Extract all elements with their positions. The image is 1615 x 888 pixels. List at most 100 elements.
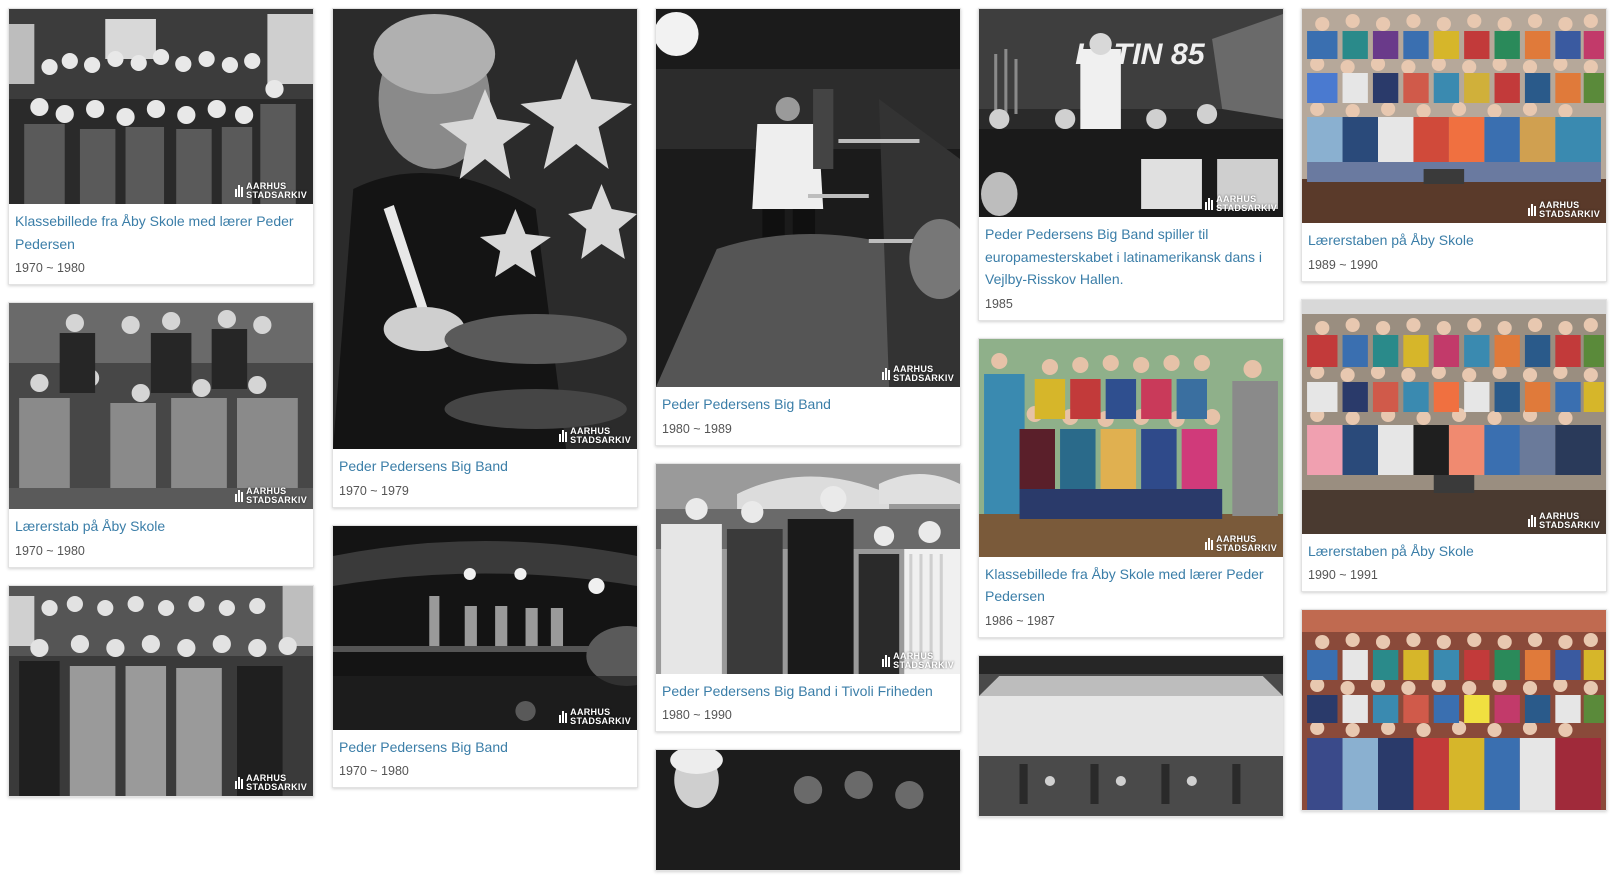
watermark-logo: AARHUS STADSARKIV [559, 707, 631, 726]
color-staff-photo-icon [1302, 9, 1606, 223]
result-title-link[interactable]: Peder Pedersens Big Band [339, 455, 631, 478]
result-card[interactable]: AARHUS STADSARKIV Peder Pedersens Big Ban… [655, 8, 961, 446]
result-thumbnail[interactable]: AARHUS STADSARKIV [9, 585, 313, 796]
archive-logo-icon [235, 490, 244, 502]
result-thumbnail[interactable] [656, 750, 960, 870]
bw-pavilion-photo-icon [979, 655, 1283, 816]
archive-logo-icon [235, 776, 244, 789]
bw-drummer-photo-icon [333, 9, 637, 449]
archive-logo-icon [559, 710, 568, 723]
watermark-logo: AARHUS STADSARKIV [235, 773, 307, 792]
result-thumbnail[interactable] [1302, 610, 1606, 810]
result-info: Peder Pedersens Big Band 1970 ~ 1980 [333, 730, 637, 788]
result-date: 1986 ~ 1987 [985, 613, 1055, 628]
result-date: 1970 ~ 1980 [339, 764, 409, 778]
result-thumbnail[interactable]: LATIN 85 AARHUS STADSARKIV [979, 9, 1283, 217]
watermark-logo: AARHUS STADSARKIV [1205, 195, 1277, 213]
watermark-line-2: STADSARKIV [893, 659, 954, 670]
archive-logo-icon [235, 185, 244, 197]
results-column-4: LATIN 85 AARHUS STADSARKIV Peder Pederse… [978, 8, 1284, 834]
result-title-link[interactable]: Peder Pedersens Big Band [662, 393, 954, 416]
bw-group-photo-icon [9, 303, 313, 509]
result-thumbnail[interactable]: AARHUS STADSARKIV [9, 9, 313, 204]
result-info: Peder Pedersens Big Band 1980 ~ 1989 [656, 387, 960, 445]
result-card[interactable] [655, 749, 961, 871]
result-thumbnail[interactable]: AARHUS STADSARKIV [333, 525, 637, 730]
results-column-2: AARHUS STADSARKIV Peder Pedersens Big Ban… [332, 8, 638, 805]
watermark-logo: AARHUS STADSARKIV [559, 427, 631, 445]
result-card[interactable] [978, 654, 1284, 817]
archive-logo-icon [882, 368, 891, 380]
result-title-link[interactable]: Peder Pedersens Big Band spiller til eur… [985, 223, 1277, 291]
result-card[interactable]: AARHUS STADSARKIV Peder Pedersens Big Ban… [332, 524, 638, 788]
result-thumbnail[interactable]: AARHUS STADSARKIV [1302, 9, 1606, 223]
bw-conductor-photo-icon [656, 9, 960, 387]
watermark-logo: AARHUS STADSARKIV [1528, 511, 1600, 530]
watermark-logo: AARHUS STADSARKIV [882, 365, 954, 383]
result-title-link[interactable]: Peder Pedersens Big Band i Tivoli Frihed… [662, 680, 954, 703]
result-date: 1970 ~ 1979 [339, 483, 409, 498]
result-title-link[interactable]: Klassebillede fra Åby Skole med lærer Pe… [985, 563, 1277, 608]
archive-logo-icon [1205, 198, 1214, 210]
watermark-line-2: STADSARKIV [1216, 203, 1277, 213]
result-card[interactable]: AARHUS STADSARKIV [8, 584, 314, 797]
result-card[interactable]: AARHUS STADSARKIV Peder Pedersens Big Ban… [655, 462, 961, 732]
watermark-line-2: STADSARKIV [246, 781, 307, 792]
result-title-link[interactable]: Lærerstaben på Åby Skole [1308, 540, 1600, 563]
bw-class-photo-icon [9, 585, 313, 796]
bw-portrait-photo-icon [656, 750, 960, 870]
result-card[interactable]: AARHUS STADSARKIV Lærerstaben på Åby Skol… [1301, 298, 1607, 592]
result-thumbnail[interactable] [979, 655, 1283, 816]
results-column-3: AARHUS STADSARKIV Peder Pedersens Big Ban… [655, 8, 961, 888]
result-date: 1990 ~ 1991 [1308, 568, 1378, 582]
result-thumbnail[interactable]: AARHUS STADSARKIV [656, 463, 960, 674]
result-card[interactable]: AARHUS STADSARKIV Lærerstaben på Åby Skol… [1301, 8, 1607, 282]
result-info: Lærerstaben på Åby Skole 1990 ~ 1991 [1302, 534, 1606, 592]
result-title-link[interactable]: Lærerstaben på Åby Skole [1308, 229, 1600, 252]
watermark-line-2: STADSARKIV [246, 495, 307, 505]
result-title-link[interactable]: Peder Pedersens Big Band [339, 736, 631, 759]
watermark-line-2: STADSARKIV [246, 190, 307, 200]
result-card[interactable]: AARHUS STADSARKIV Peder Pedersens Big Ban… [332, 8, 638, 508]
results-column-5: AARHUS STADSARKIV Lærerstaben på Åby Skol… [1301, 8, 1607, 828]
result-title-link[interactable]: Klassebillede fra Åby Skole med lærer Pe… [15, 210, 307, 255]
watermark-line-2: STADSARKIV [570, 435, 631, 445]
watermark-logo: AARHUS STADSARKIV [1528, 201, 1600, 219]
result-card[interactable]: AARHUS STADSARKIV Klassebillede fra Åby S… [978, 337, 1284, 638]
result-card[interactable]: AARHUS STADSARKIV Klassebillede fra Åby S… [8, 8, 314, 285]
result-title-link[interactable]: Lærerstab på Åby Skole [15, 515, 307, 538]
result-thumbnail[interactable]: AARHUS STADSARKIV [9, 303, 313, 509]
result-date: 1980 ~ 1989 [662, 421, 732, 436]
results-column-1: AARHUS STADSARKIV Klassebillede fra Åby S… [8, 8, 314, 814]
bw-bigband-photo-icon: LATIN 85 [979, 9, 1283, 217]
result-card[interactable]: AARHUS STADSARKIV Lærerstab på Åby Skole … [8, 302, 314, 568]
watermark-line-2: STADSARKIV [1539, 519, 1600, 530]
color-class-photo-icon [979, 338, 1283, 557]
result-info: Peder Pedersens Big Band i Tivoli Frihed… [656, 674, 960, 732]
result-info: Klassebillede fra Åby Skole med lærer Pe… [9, 204, 313, 284]
result-date: 1989 ~ 1990 [1308, 257, 1378, 272]
result-card[interactable]: LATIN 85 AARHUS STADSARKIV Peder Pederse… [978, 8, 1284, 321]
result-date: 1970 ~ 1980 [15, 543, 85, 558]
watermark-logo: AARHUS STADSARKIV [235, 182, 307, 200]
result-info: Klassebillede fra Åby Skole med lærer Pe… [979, 557, 1283, 637]
result-thumbnail[interactable]: AARHUS STADSARKIV [1302, 299, 1606, 534]
result-date: 1970 ~ 1980 [15, 261, 85, 275]
watermark-line-2: STADSARKIV [570, 715, 631, 726]
result-card[interactable] [1301, 609, 1607, 811]
archive-logo-icon [1528, 204, 1537, 216]
archive-logo-icon [559, 430, 568, 442]
result-info: Lærerstaben på Åby Skole 1989 ~ 1990 [1302, 223, 1606, 281]
result-info: Lærerstab på Åby Skole 1970 ~ 1980 [9, 509, 313, 567]
archive-logo-icon [882, 654, 891, 667]
result-thumbnail[interactable]: AARHUS STADSARKIV [333, 9, 637, 449]
search-results-grid: AARHUS STADSARKIV Klassebillede fra Åby S… [0, 0, 1615, 871]
result-thumbnail[interactable]: AARHUS STADSARKIV [979, 338, 1283, 557]
result-date: 1980 ~ 1990 [662, 708, 732, 722]
archive-logo-icon [1205, 537, 1214, 550]
watermark-logo: AARHUS STADSARKIV [1205, 534, 1277, 553]
result-info: Peder Pedersens Big Band spiller til eur… [979, 217, 1283, 320]
watermark-line-2: STADSARKIV [1216, 542, 1277, 553]
result-thumbnail[interactable]: AARHUS STADSARKIV [656, 9, 960, 387]
watermark-logo: AARHUS STADSARKIV [235, 487, 307, 505]
